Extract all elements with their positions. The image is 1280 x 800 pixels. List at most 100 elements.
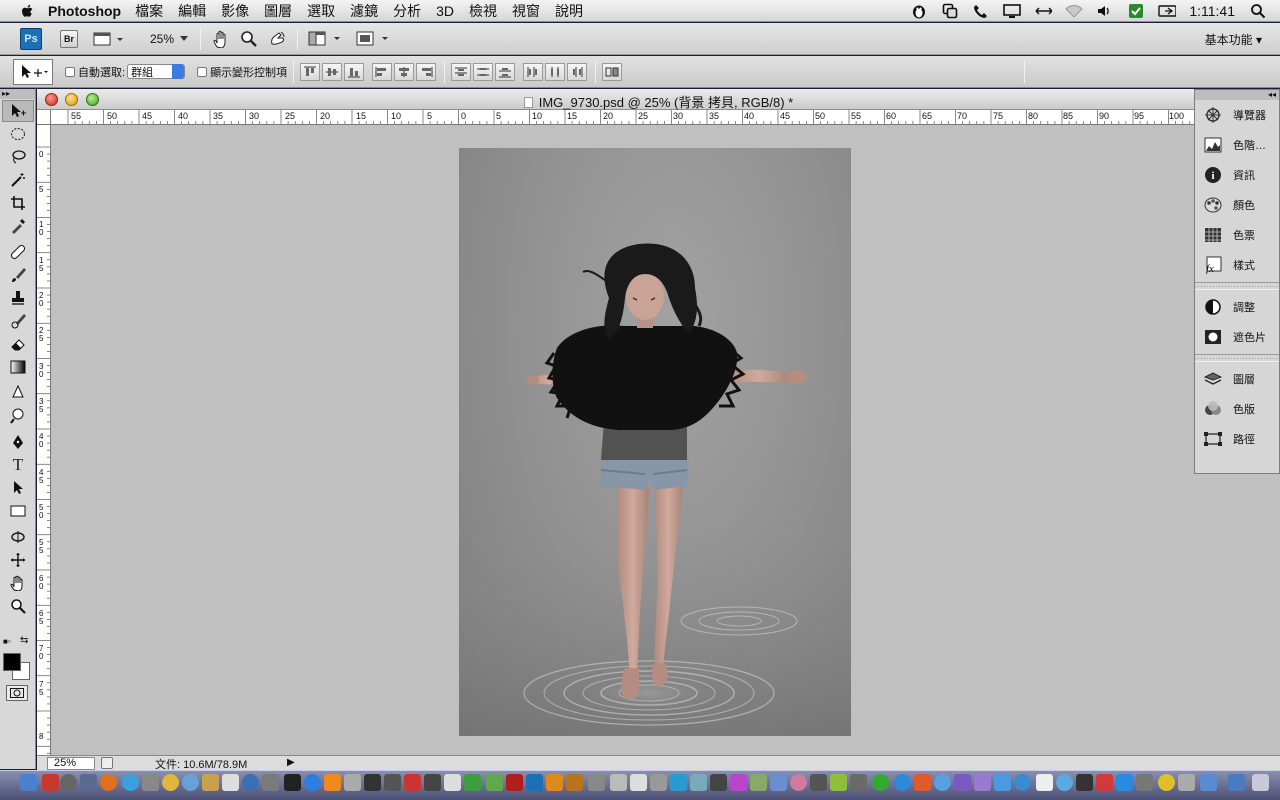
3d-rotate-tool[interactable] bbox=[2, 526, 34, 548]
distribute-vcenter-button[interactable] bbox=[473, 62, 494, 81]
panel-color[interactable]: 顏色 bbox=[1195, 190, 1279, 220]
menu-view[interactable]: 檢視 bbox=[469, 1, 497, 21]
app-dock-icon[interactable] bbox=[464, 774, 481, 791]
panel-group-divider[interactable] bbox=[1195, 282, 1279, 290]
app-dock-icon[interactable] bbox=[142, 774, 159, 791]
launch-bridge-button[interactable]: Br bbox=[60, 29, 78, 48]
type-tool[interactable]: T bbox=[2, 454, 34, 476]
window-switch-icon[interactable] bbox=[941, 3, 959, 19]
app-dock-icon[interactable] bbox=[770, 774, 787, 791]
hand-tool[interactable] bbox=[2, 572, 34, 594]
hand-tool-button[interactable] bbox=[207, 28, 235, 50]
panel-histogram[interactable]: 色階… bbox=[1195, 130, 1279, 160]
panel-group-divider[interactable] bbox=[1195, 354, 1279, 362]
app-dock-icon[interactable] bbox=[1136, 774, 1153, 791]
quick-mask-button[interactable] bbox=[6, 685, 28, 701]
document-proxy-icon[interactable] bbox=[523, 97, 533, 108]
app-dock-icon[interactable] bbox=[872, 774, 889, 791]
auto-select-checkbox[interactable] bbox=[65, 66, 75, 77]
vertical-ruler[interactable]: 0 5 1 0 1 5 2 0 2 5 3 0 3 5 4 0 4 5 5 0 … bbox=[37, 125, 51, 755]
app-dock-icon[interactable] bbox=[304, 774, 321, 791]
font-book-dock-icon[interactable] bbox=[1036, 774, 1053, 791]
workspace-switcher[interactable]: 基本功能 ▾ bbox=[1205, 31, 1262, 48]
app-dock-icon[interactable] bbox=[1096, 774, 1113, 791]
rotate-view-button[interactable] bbox=[263, 28, 291, 50]
auto-select-option[interactable]: 自動選取: bbox=[65, 64, 125, 80]
display-icon[interactable] bbox=[1003, 3, 1022, 19]
move-tool[interactable] bbox=[2, 100, 34, 122]
distribute-bottom-button[interactable] bbox=[495, 62, 516, 81]
app-dock-icon[interactable] bbox=[242, 774, 259, 791]
healing-brush-tool[interactable] bbox=[2, 241, 34, 263]
panel-masks[interactable]: 遮色片 bbox=[1195, 322, 1279, 352]
zoom-tool-button[interactable] bbox=[235, 28, 263, 50]
path-selection-tool[interactable] bbox=[2, 477, 34, 499]
app-dock-icon[interactable] bbox=[444, 774, 461, 791]
app-dock-icon[interactable] bbox=[262, 774, 279, 791]
app-dock-icon[interactable] bbox=[364, 774, 381, 791]
document-image[interactable] bbox=[459, 148, 851, 736]
app-dock-icon[interactable] bbox=[974, 774, 991, 791]
calendar-dock-icon[interactable] bbox=[222, 774, 239, 791]
swap-colors-icon[interactable]: ⇆ bbox=[20, 635, 28, 646]
panel-swatches[interactable]: 色票 bbox=[1195, 220, 1279, 250]
vlc-dock-icon[interactable] bbox=[324, 774, 341, 791]
app-dock-icon[interactable] bbox=[850, 774, 867, 791]
zoom-level-dropdown[interactable]: 25% bbox=[150, 32, 189, 46]
app-dock-icon[interactable] bbox=[182, 774, 199, 791]
crop-tool[interactable] bbox=[2, 192, 34, 214]
horizontal-ruler[interactable]: 55 50 45 40 35 30 25 20 15 10 5 0 5 10 1… bbox=[51, 110, 1280, 125]
dreamweaver-dock-icon[interactable] bbox=[486, 774, 503, 791]
panel-styles[interactable]: fx 樣式 bbox=[1195, 250, 1279, 280]
phone-icon[interactable] bbox=[972, 3, 990, 19]
app-dock-icon[interactable] bbox=[670, 774, 687, 791]
align-top-edges-button[interactable] bbox=[300, 62, 321, 81]
align-right-edges-button[interactable] bbox=[416, 62, 437, 81]
menu-help[interactable]: 說明 bbox=[555, 1, 583, 21]
app-dock-icon[interactable] bbox=[202, 774, 219, 791]
share-icon[interactable] bbox=[101, 757, 113, 769]
app-dock-icon[interactable] bbox=[1200, 774, 1217, 791]
blur-tool[interactable] bbox=[2, 382, 34, 404]
align-left-edges-button[interactable] bbox=[372, 62, 393, 81]
app-dock-icon[interactable] bbox=[934, 774, 951, 791]
app-dock-icon[interactable] bbox=[384, 774, 401, 791]
app-dock-icon[interactable] bbox=[730, 774, 747, 791]
panel-paths[interactable]: 路徑 bbox=[1195, 424, 1279, 454]
app-dock-icon[interactable] bbox=[914, 774, 931, 791]
status-menu-arrow-icon[interactable]: ▶ bbox=[287, 757, 295, 768]
distribute-right-button[interactable] bbox=[567, 62, 588, 81]
app-dock-icon[interactable] bbox=[80, 774, 97, 791]
spotlight-search-icon[interactable] bbox=[1249, 3, 1267, 19]
app-dock-icon[interactable] bbox=[1158, 774, 1175, 791]
system-preferences-dock-icon[interactable] bbox=[60, 774, 77, 791]
tools-collapse-toggle[interactable]: ▸▸ bbox=[0, 89, 35, 99]
3d-orbit-tool[interactable] bbox=[2, 549, 34, 571]
distribute-left-button[interactable] bbox=[523, 62, 544, 81]
panel-channels[interactable]: 色版 bbox=[1195, 394, 1279, 424]
menu-image[interactable]: 影像 bbox=[221, 1, 249, 21]
menu-filter[interactable]: 濾鏡 bbox=[350, 1, 378, 21]
default-colors-icon[interactable]: ■▫ bbox=[3, 637, 11, 646]
distribute-hcenter-button[interactable] bbox=[545, 62, 566, 81]
align-bottom-edges-button[interactable] bbox=[344, 62, 365, 81]
zoom-tool[interactable] bbox=[2, 595, 34, 617]
menu-edit[interactable]: 編輯 bbox=[178, 1, 206, 21]
lasso-tool[interactable] bbox=[2, 146, 34, 168]
eyedropper-tool[interactable] bbox=[2, 215, 34, 237]
safari-dock-icon[interactable] bbox=[122, 774, 139, 791]
app-dock-icon[interactable] bbox=[344, 774, 361, 791]
show-transform-option[interactable]: 顯示變形控制項 bbox=[197, 64, 287, 80]
app-dock-icon[interactable] bbox=[630, 774, 647, 791]
ruler-origin[interactable] bbox=[37, 110, 51, 125]
app-dock-icon[interactable] bbox=[1056, 774, 1073, 791]
auto-align-layers-button[interactable] bbox=[602, 62, 623, 81]
quick-selection-tool[interactable] bbox=[2, 169, 34, 191]
bridge-dock-icon[interactable] bbox=[566, 774, 583, 791]
menu-analysis[interactable]: 分析 bbox=[393, 1, 421, 21]
pen-tool[interactable] bbox=[2, 431, 34, 453]
auto-select-target-dropdown[interactable]: 群組 bbox=[127, 64, 186, 79]
brush-tool[interactable] bbox=[2, 264, 34, 286]
app-dock-icon[interactable] bbox=[894, 774, 911, 791]
wifi-icon[interactable] bbox=[1065, 3, 1083, 19]
